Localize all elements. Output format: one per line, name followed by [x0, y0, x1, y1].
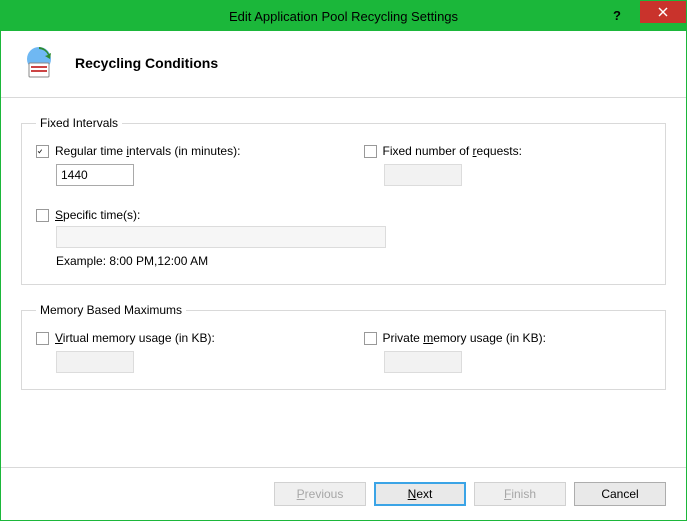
fixed-requests-option[interactable]: Fixed number of requests: [364, 144, 652, 158]
window-title: Edit Application Pool Recycling Settings [1, 9, 686, 24]
fixed-requests-checkbox[interactable] [364, 145, 377, 158]
specific-times-example: Example: 8:00 PM,12:00 AM [56, 254, 651, 268]
finish-button: Finish [474, 482, 566, 506]
next-button[interactable]: Next [374, 482, 466, 506]
virtual-memory-label: Virtual memory usage (in KB): [55, 331, 215, 345]
specific-times-label: Specific time(s): [55, 208, 140, 222]
fixed-requests-label: Fixed number of requests: [383, 144, 522, 158]
regular-intervals-checkbox[interactable] [36, 145, 49, 158]
virtual-memory-option[interactable]: Virtual memory usage (in KB): [36, 331, 324, 345]
fixed-intervals-group: Fixed Intervals Regular time intervals (… [21, 116, 666, 285]
title-bar: Edit Application Pool Recycling Settings… [1, 1, 686, 31]
fixed-requests-input [384, 164, 462, 186]
specific-times-checkbox[interactable] [36, 209, 49, 222]
memory-maximums-legend: Memory Based Maximums [36, 303, 186, 317]
private-memory-checkbox[interactable] [364, 332, 377, 345]
fixed-intervals-legend: Fixed Intervals [36, 116, 122, 130]
specific-times-input [56, 226, 386, 248]
recycle-icon [21, 45, 57, 81]
regular-intervals-label: Regular time intervals (in minutes): [55, 144, 240, 158]
wizard-header: Recycling Conditions [1, 31, 686, 98]
wizard-title: Recycling Conditions [75, 55, 218, 71]
virtual-memory-input [56, 351, 134, 373]
regular-intervals-input[interactable] [56, 164, 134, 186]
body: Fixed Intervals Regular time intervals (… [1, 98, 686, 467]
previous-button: Previous [274, 482, 366, 506]
memory-maximums-group: Memory Based Maximums Virtual memory usa… [21, 303, 666, 390]
virtual-memory-checkbox[interactable] [36, 332, 49, 345]
check-icon [37, 146, 43, 157]
dialog-window: Edit Application Pool Recycling Settings… [0, 0, 687, 521]
cancel-button[interactable]: Cancel [574, 482, 666, 506]
private-memory-label: Private memory usage (in KB): [383, 331, 546, 345]
private-memory-option[interactable]: Private memory usage (in KB): [364, 331, 652, 345]
wizard-footer: Previous Next Finish Cancel [1, 467, 686, 520]
regular-intervals-option[interactable]: Regular time intervals (in minutes): [36, 144, 324, 158]
specific-times-option[interactable]: Specific time(s): [36, 208, 651, 222]
private-memory-input [384, 351, 462, 373]
